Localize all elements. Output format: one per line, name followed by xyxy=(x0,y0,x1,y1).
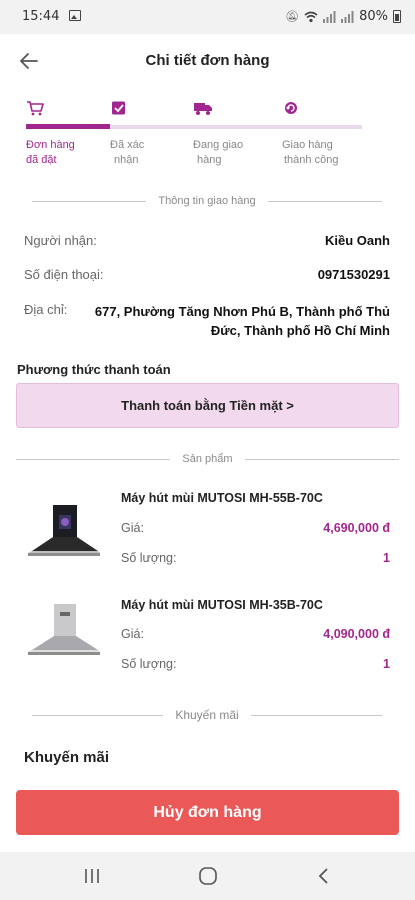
payment-method-title: Phương thức thanh toán xyxy=(17,362,171,377)
quantity-label: Số lượng: xyxy=(121,551,177,565)
mute-icon: 🔕︎ xyxy=(285,10,300,23)
product-name: Máy hút mùi MUTOSI MH-35B-70C xyxy=(121,598,323,612)
address-value: 677, Phường Tăng Nhơn Phú B, Thành phố T… xyxy=(94,304,390,338)
back-icon[interactable] xyxy=(312,866,336,886)
app-header: Chi tiết đơn hàng xyxy=(0,34,415,88)
system-nav-bar xyxy=(0,852,415,900)
status-time: 15:44 xyxy=(22,9,60,24)
step-delivered: Giao hàng thành công xyxy=(282,100,338,166)
product-quantity: 1 xyxy=(383,657,390,671)
section-label: Thông tin giao hàng xyxy=(158,195,256,207)
status-bar: 15:44 🔕︎ 80% xyxy=(0,0,415,34)
battery-icon xyxy=(393,10,401,23)
address-label: Địa chỉ: xyxy=(24,302,68,317)
step-confirmed: Đã xác nhận xyxy=(110,100,144,166)
signal-icon xyxy=(323,10,336,23)
phone-label: Số điện thoại: xyxy=(24,267,104,282)
step-order-placed: Đơn hàng đã đặt xyxy=(26,100,75,166)
recipient-value: Kiều Oanh xyxy=(324,233,390,248)
signal-icon-2 xyxy=(341,10,354,23)
payment-method-button[interactable]: Thanh toán bằng Tiền mặt > xyxy=(16,383,399,428)
checkbox-icon xyxy=(112,101,125,115)
shipping-section-divider: Thông tin giao hàng xyxy=(32,193,382,209)
section-label: Khuyến mãi xyxy=(175,708,239,722)
step-label: Đã xác nhận xyxy=(110,139,145,166)
step-label: Giao hàng thành công xyxy=(282,139,339,166)
page-title: Chi tiết đơn hàng xyxy=(145,52,270,69)
step-label: Đang giao hàng xyxy=(193,139,244,166)
cancel-order-button[interactable]: Hủy đơn hàng xyxy=(16,790,399,835)
quantity-label: Số lượng: xyxy=(121,657,177,671)
price-label: Giá: xyxy=(121,521,144,535)
product-quantity: 1 xyxy=(383,551,390,565)
order-progress-fill xyxy=(26,124,110,129)
battery-percent: 80% xyxy=(359,9,388,24)
section-label: Sản phẩm xyxy=(182,453,233,465)
product-name: Máy hút mùi MUTOSI MH-55B-70C xyxy=(121,491,323,505)
products-section-divider: Sản phẩm xyxy=(16,451,399,467)
promo-section-divider: Khuyến mãi xyxy=(32,707,382,723)
price-label: Giá: xyxy=(121,627,144,641)
recipient-label: Người nhận: xyxy=(24,233,97,248)
cart-icon xyxy=(27,101,44,116)
step-label: Đơn hàng đã đặt xyxy=(26,139,75,166)
product-price: 4,690,000 đ xyxy=(323,521,390,535)
product-price: 4,090,000 đ xyxy=(323,627,390,641)
step-shipping: Đang giao hàng xyxy=(193,100,243,166)
truck-icon xyxy=(194,103,212,115)
image-notification-icon xyxy=(69,10,81,21)
status-icons: 🔕︎ 80% xyxy=(285,9,401,24)
range-hood-black-image xyxy=(28,505,100,556)
promo-title[interactable]: Khuyến mãi xyxy=(24,749,109,766)
refresh-icon xyxy=(285,102,297,114)
range-hood-silver-image xyxy=(28,604,100,655)
home-icon[interactable] xyxy=(196,866,220,886)
recent-apps-icon[interactable] xyxy=(80,866,104,886)
phone-value: 0971530291 xyxy=(317,267,390,282)
wifi-icon xyxy=(304,11,318,22)
